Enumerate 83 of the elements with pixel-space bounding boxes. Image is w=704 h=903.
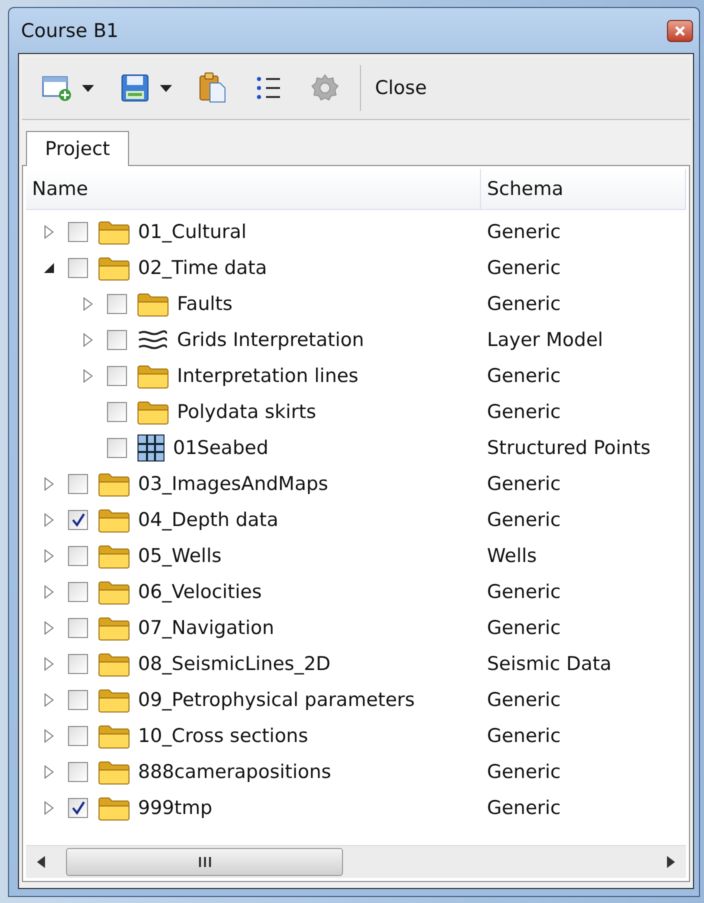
checkbox[interactable]	[68, 546, 88, 566]
close-icon	[674, 24, 686, 36]
grid-icon	[137, 434, 165, 462]
checkbox[interactable]	[68, 762, 88, 782]
caret-icon	[82, 84, 94, 92]
tree-item-label[interactable]: 09_Petrophysical parameters	[138, 689, 415, 711]
folder-icon	[98, 255, 130, 281]
gear-icon	[310, 73, 340, 103]
tree-item-label[interactable]: Grids Interpretation	[177, 329, 364, 351]
close-button[interactable]	[667, 20, 693, 42]
folder-icon	[137, 291, 169, 317]
caret-icon	[160, 84, 172, 92]
scrollbar-thumb[interactable]	[66, 848, 343, 876]
schema-cell-text: Generic	[486, 797, 562, 819]
right-arrow-icon[interactable]	[667, 856, 675, 868]
schema-cell-text: Generic	[486, 725, 562, 747]
checkbox[interactable]	[68, 510, 88, 530]
tree-item-label[interactable]: 05_Wells	[138, 545, 222, 567]
tree-item-label[interactable]: 01_Cultural	[138, 221, 246, 243]
horizontal-scrollbar[interactable]	[26, 845, 686, 878]
folder-icon	[137, 399, 169, 425]
schema-cell-text: Seismic Data	[486, 653, 613, 675]
tree-item-label[interactable]: 03_ImagesAndMaps	[138, 473, 328, 495]
checkbox[interactable]	[68, 654, 88, 674]
folder-icon	[98, 579, 130, 605]
checkbox[interactable]	[68, 474, 88, 494]
folder-icon	[98, 795, 130, 821]
checkbox[interactable]	[68, 618, 88, 638]
checkbox[interactable]	[107, 330, 127, 350]
new-window-icon	[42, 74, 72, 102]
folder-icon	[98, 507, 130, 533]
schema-cell-text: Generic	[486, 761, 562, 783]
schema-cell-text: Generic	[486, 617, 562, 639]
tree-item-label[interactable]: 888camerapositions	[138, 761, 332, 783]
checkbox[interactable]	[107, 402, 127, 422]
tree-item-label[interactable]: 08_SeismicLines_2D	[138, 653, 331, 675]
checkbox[interactable]	[68, 690, 88, 710]
folder-icon	[98, 543, 130, 569]
checkbox[interactable]	[68, 726, 88, 746]
schema-cell-text: Layer Model	[486, 329, 604, 351]
schema-cell-text: Generic	[486, 473, 562, 495]
tree-item-label[interactable]: 999tmp	[138, 797, 212, 819]
checkbox[interactable]	[107, 366, 127, 386]
checkbox[interactable]	[68, 798, 88, 818]
tree-item-label[interactable]: 10_Cross sections	[138, 725, 308, 747]
schema-cell-text: Structured Points	[486, 437, 652, 459]
folder-icon	[98, 219, 130, 245]
tree-item-label[interactable]: 04_Depth data	[138, 509, 278, 531]
tree-item-label[interactable]: 01Seabed	[173, 437, 268, 459]
schema-cell-text: Generic	[486, 365, 562, 387]
schema-cell-text: Wells	[486, 545, 538, 567]
column-header[interactable]: Schema	[481, 169, 686, 209]
checkbox[interactable]	[68, 258, 88, 278]
folder-icon	[98, 687, 130, 713]
folder-icon	[98, 471, 130, 497]
left-arrow-icon[interactable]	[37, 856, 45, 868]
schema-cell-text: Generic	[486, 689, 562, 711]
checkbox[interactable]	[68, 582, 88, 602]
tree-item-label[interactable]: Interpretation lines	[177, 365, 358, 387]
paste-icon	[198, 72, 228, 104]
schema-cell-text: Generic	[486, 293, 562, 315]
checkbox[interactable]	[68, 222, 88, 242]
folder-icon	[98, 723, 130, 749]
schema-cell-text: Generic	[486, 257, 562, 279]
folder-icon	[98, 615, 130, 641]
tree-item-label[interactable]: 06_Velocities	[138, 581, 262, 603]
tree-item-label[interactable]: 02_Time data	[138, 257, 268, 279]
schema-cell-text: Generic	[486, 401, 562, 423]
schema-cell-text: Generic	[486, 221, 562, 243]
checkbox[interactable]	[107, 438, 127, 458]
tab[interactable]: Project	[26, 131, 130, 166]
close-button[interactable]: Close	[369, 73, 433, 103]
folder-icon	[137, 363, 169, 389]
tree-item-label[interactable]: 07_Navigation	[138, 617, 274, 639]
column-header[interactable]: Name	[26, 169, 481, 209]
tree-item-label[interactable]: Faults	[177, 293, 232, 315]
schema-cell-text: Generic	[486, 509, 562, 531]
checkbox[interactable]	[107, 294, 127, 314]
folder-icon	[98, 759, 130, 785]
tree-item-label[interactable]: Polydata skirts	[177, 401, 316, 423]
window-title: Course B1	[21, 20, 118, 42]
schema-cell-text: Generic	[486, 581, 562, 603]
folder-icon	[98, 651, 130, 677]
